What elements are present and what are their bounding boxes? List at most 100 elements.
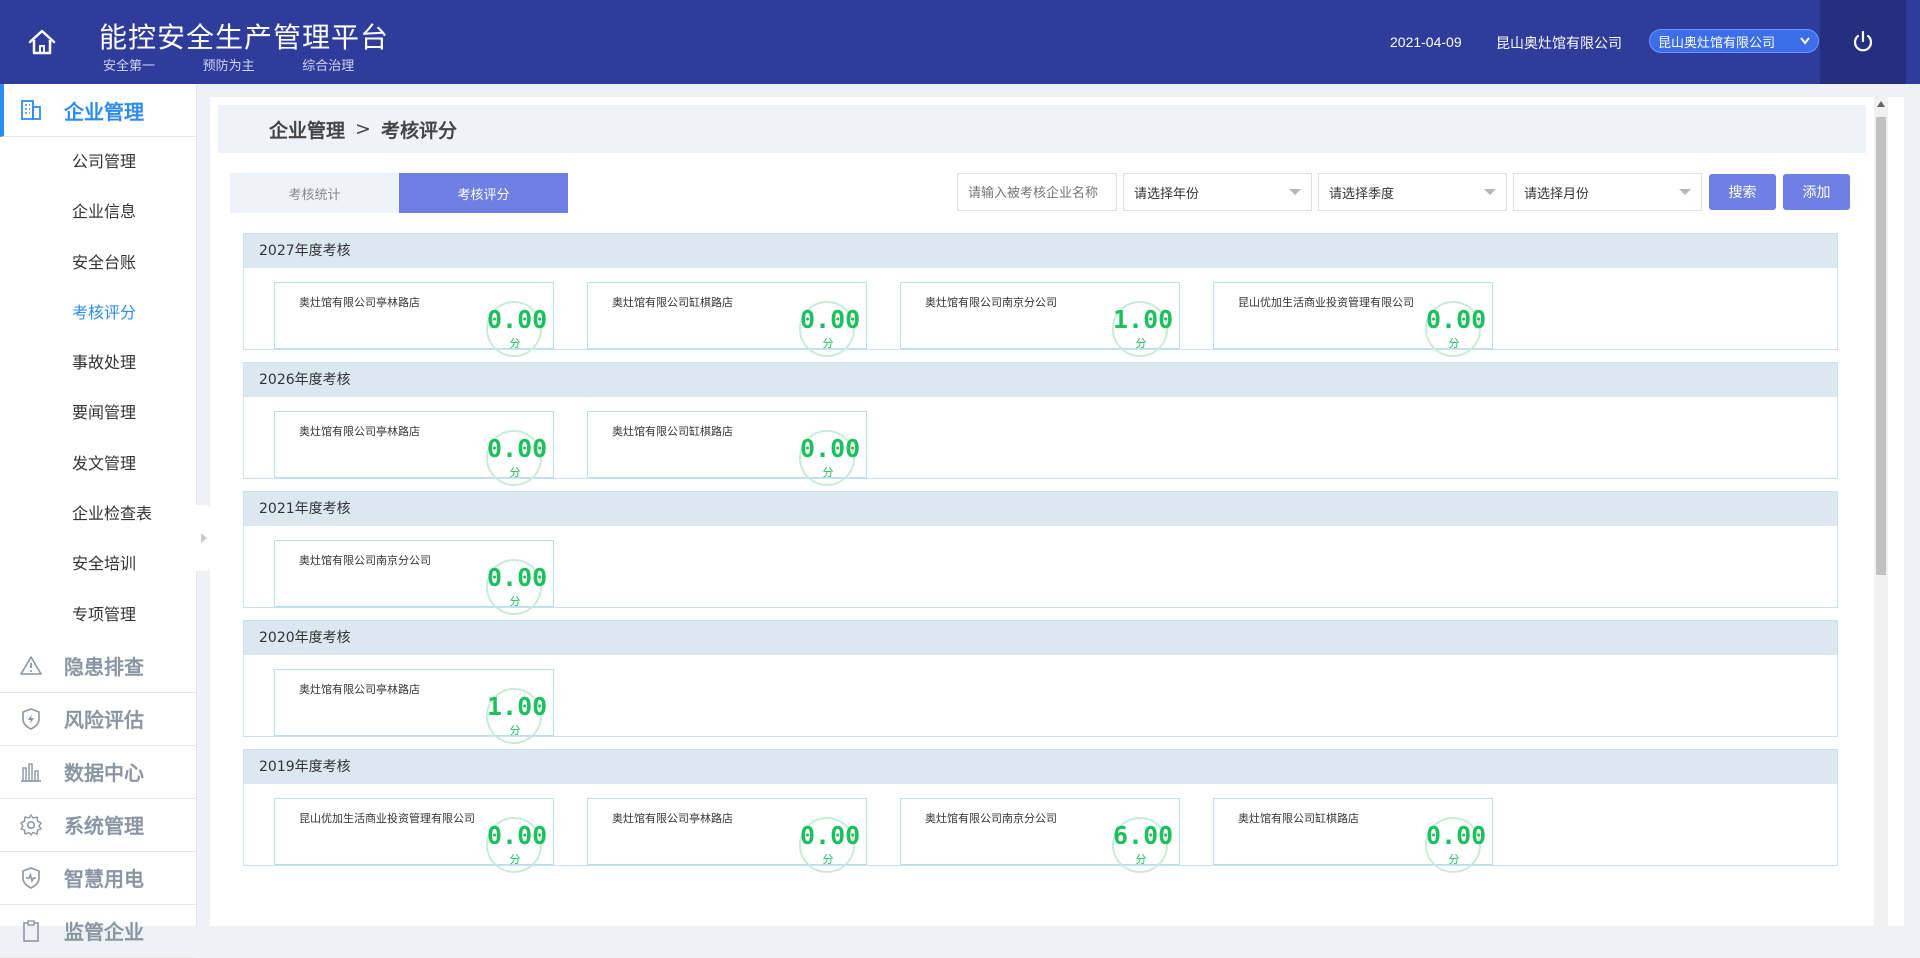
- home-icon: [28, 29, 56, 55]
- score-unit: 分: [1448, 338, 1460, 350]
- quarter-select[interactable]: 请选择季度: [1318, 173, 1507, 211]
- sidebar-item-special[interactable]: 专项管理: [0, 590, 196, 640]
- score-unit: 分: [1135, 854, 1147, 866]
- dropdown-arrow-icon: [1289, 189, 1301, 195]
- scrollbar[interactable]: [1874, 97, 1888, 926]
- score-value: 0.00: [487, 563, 548, 592]
- score-card[interactable]: 奥灶馆有限公司亭林路店 0.00 分: [274, 411, 554, 486]
- score-card[interactable]: 奥灶馆有限公司缸棋路店 0.00 分: [587, 411, 867, 486]
- search-button[interactable]: 搜索: [1709, 174, 1776, 210]
- score-value: 1.00: [1113, 305, 1174, 334]
- score-card[interactable]: 奥灶馆有限公司亭林路店 0.00 分: [587, 798, 867, 873]
- company-search-input[interactable]: [957, 173, 1117, 211]
- assessment-year-section: 2019年度考核昆山优加生活商业投资管理有限公司 0.00 分奥灶馆有限公司亭林路店…: [243, 749, 1838, 873]
- score-unit: 分: [509, 725, 521, 737]
- tab-assessment-score[interactable]: 考核评分: [399, 173, 568, 213]
- company-select[interactable]: 昆山奥灶馆有限公司: [1649, 29, 1819, 53]
- section-body: 奥灶馆有限公司南京分公司 0.00 分: [244, 526, 1837, 615]
- sidebar-group-risk[interactable]: 风险评估: [0, 693, 196, 746]
- tab-bar: 考核统计 考核评分: [230, 173, 568, 213]
- score-unit: 分: [822, 338, 834, 350]
- sidebar-item-accident[interactable]: 事故处理: [0, 338, 196, 388]
- slogan: 预防为主: [202, 58, 255, 73]
- score-value: 0.00: [487, 305, 548, 334]
- platform-title: 能控安全生产管理平台: [99, 21, 390, 54]
- breadcrumb-parent[interactable]: 企业管理: [269, 116, 345, 143]
- company-select-value: 昆山奥灶馆有限公司: [1658, 34, 1776, 50]
- section-body: 奥灶馆有限公司亭林路店 0.00 分 奥灶馆有限公司缸棋路店 0.00 分: [244, 397, 1837, 486]
- score-card[interactable]: 昆山优加生活商业投资管理有限公司 0.00 分: [274, 798, 554, 873]
- breadcrumb: 企业管理 > 考核评分: [218, 105, 1866, 153]
- shield-bolt-icon: [19, 707, 43, 731]
- sidebar-item-training[interactable]: 安全培训: [0, 539, 196, 589]
- score-card[interactable]: 奥灶馆有限公司南京分公司 6.00 分: [900, 798, 1180, 873]
- company-name: 奥灶馆有限公司南京分公司: [925, 812, 1057, 825]
- logout-button[interactable]: [1820, 0, 1906, 84]
- sidebar-item-safety-ledger[interactable]: 安全台账: [0, 238, 196, 288]
- sidebar: 企业管理 公司管理 企业信息 安全台账 考核评分 事故处理 要闻管理 发文管理 …: [0, 84, 197, 958]
- sidebar-item-assessment[interactable]: 考核评分: [0, 288, 196, 338]
- score-card[interactable]: 奥灶馆有限公司南京分公司 0.00 分: [274, 540, 554, 615]
- year-select[interactable]: 请选择年份: [1123, 173, 1312, 211]
- sidebar-group-data[interactable]: 数据中心: [0, 746, 196, 799]
- sidebar-item-checklist[interactable]: 企业检查表: [0, 489, 196, 539]
- scroll-up-icon[interactable]: [1877, 101, 1885, 107]
- score-card[interactable]: 奥灶馆有限公司缸棋路店 0.00 分: [1213, 798, 1493, 873]
- score-card[interactable]: 奥灶馆有限公司亭林路店 0.00 分: [274, 282, 554, 357]
- main-content: 企业管理 > 考核评分 考核统计 考核评分 请选择年份 请选择季度 请选择月份 …: [210, 97, 1904, 926]
- company-name: 奥灶馆有限公司亭林路店: [299, 425, 420, 438]
- sidebar-group-label: 系统管理: [64, 814, 144, 839]
- section-body: 昆山优加生活商业投资管理有限公司 0.00 分奥灶馆有限公司亭林路店 0.00 分奥灶馆…: [244, 784, 1837, 873]
- sidebar-group-enterprise[interactable]: 企业管理: [0, 84, 196, 137]
- year-select-value: 请选择年份: [1134, 185, 1200, 201]
- dropdown-arrow-icon: [1484, 189, 1496, 195]
- score-value: 0.00: [800, 305, 861, 334]
- filter-bar: 请选择年份 请选择季度 请选择月份 搜索 添加: [957, 173, 1850, 211]
- section-body: 奥灶馆有限公司亭林路店 1.00 分: [244, 655, 1837, 744]
- score-unit: 分: [509, 338, 521, 350]
- breadcrumb-separator: >: [355, 118, 371, 140]
- add-button[interactable]: 添加: [1783, 174, 1850, 210]
- section-title: 2020年度考核: [244, 621, 1837, 655]
- company-name: 奥灶馆有限公司缸棋路店: [612, 296, 733, 309]
- top-header: 能控安全生产管理平台 安全第一 预防为主 综合治理 2021-04-09 昆山奥…: [0, 0, 1920, 84]
- sidebar-group-system[interactable]: 系统管理: [0, 799, 196, 852]
- caret-right-icon: [201, 533, 207, 543]
- sidebar-group-label: 智慧用电: [64, 867, 144, 892]
- score-unit: 分: [1135, 338, 1147, 350]
- score-card[interactable]: 奥灶馆有限公司亭林路店 1.00 分: [274, 669, 554, 744]
- assessment-year-section: 2026年度考核 奥灶馆有限公司亭林路店 0.00 分 奥灶馆有限公司缸棋路店 0.00 分: [243, 362, 1838, 486]
- current-company: 昆山奥灶馆有限公司: [1496, 35, 1622, 51]
- tab-assessment-stats[interactable]: 考核统计: [230, 173, 399, 213]
- sidebar-group-label: 监管企业: [64, 920, 144, 945]
- sidebar-item-enterprise-info[interactable]: 企业信息: [0, 187, 196, 237]
- power-icon: [1853, 30, 1873, 52]
- chevron-down-icon: [1800, 37, 1810, 45]
- score-card[interactable]: 奥灶馆有限公司缸棋路店 0.00 分: [587, 282, 867, 357]
- score-value: 6.00: [1113, 821, 1174, 850]
- section-title: 2021年度考核: [244, 492, 1837, 526]
- score-value: 0.00: [800, 821, 861, 850]
- assessment-year-section: 2020年度考核 奥灶馆有限公司亭林路店 1.00 分: [243, 620, 1838, 744]
- scrollbar-thumb[interactable]: [1876, 117, 1886, 575]
- sidebar-item-news[interactable]: 要闻管理: [0, 388, 196, 438]
- breadcrumb-current: 考核评分: [380, 119, 457, 142]
- month-select[interactable]: 请选择月份: [1513, 173, 1702, 211]
- section-title: 2019年度考核: [244, 750, 1837, 784]
- score-unit: 分: [509, 854, 521, 866]
- score-value: 0.00: [1426, 821, 1487, 850]
- company-name: 奥灶馆有限公司缸棋路店: [1238, 812, 1359, 825]
- sidebar-group-regulated[interactable]: 监管企业: [0, 905, 196, 958]
- assessment-year-section: 2021年度考核奥灶馆有限公司南京分公司 0.00 分: [243, 491, 1838, 615]
- home-button[interactable]: [20, 22, 64, 62]
- score-card[interactable]: 昆山优加生活商业投资管理有限公司 0.00 分: [1213, 282, 1493, 357]
- score-unit: 分: [509, 467, 521, 479]
- sidebar-group-smart-power[interactable]: 智慧用电: [0, 852, 196, 905]
- company-name: 昆山优加生活商业投资管理有限公司: [1238, 296, 1414, 309]
- sidebar-group-hazard[interactable]: 隐患排查: [0, 640, 196, 693]
- sidebar-item-company[interactable]: 公司管理: [0, 137, 196, 187]
- clipboard-icon: [19, 919, 43, 943]
- score-card[interactable]: 奥灶馆有限公司南京分公司 1.00 分: [900, 282, 1180, 357]
- sidebar-item-documents[interactable]: 发文管理: [0, 439, 196, 489]
- score-value: 1.00: [487, 692, 548, 721]
